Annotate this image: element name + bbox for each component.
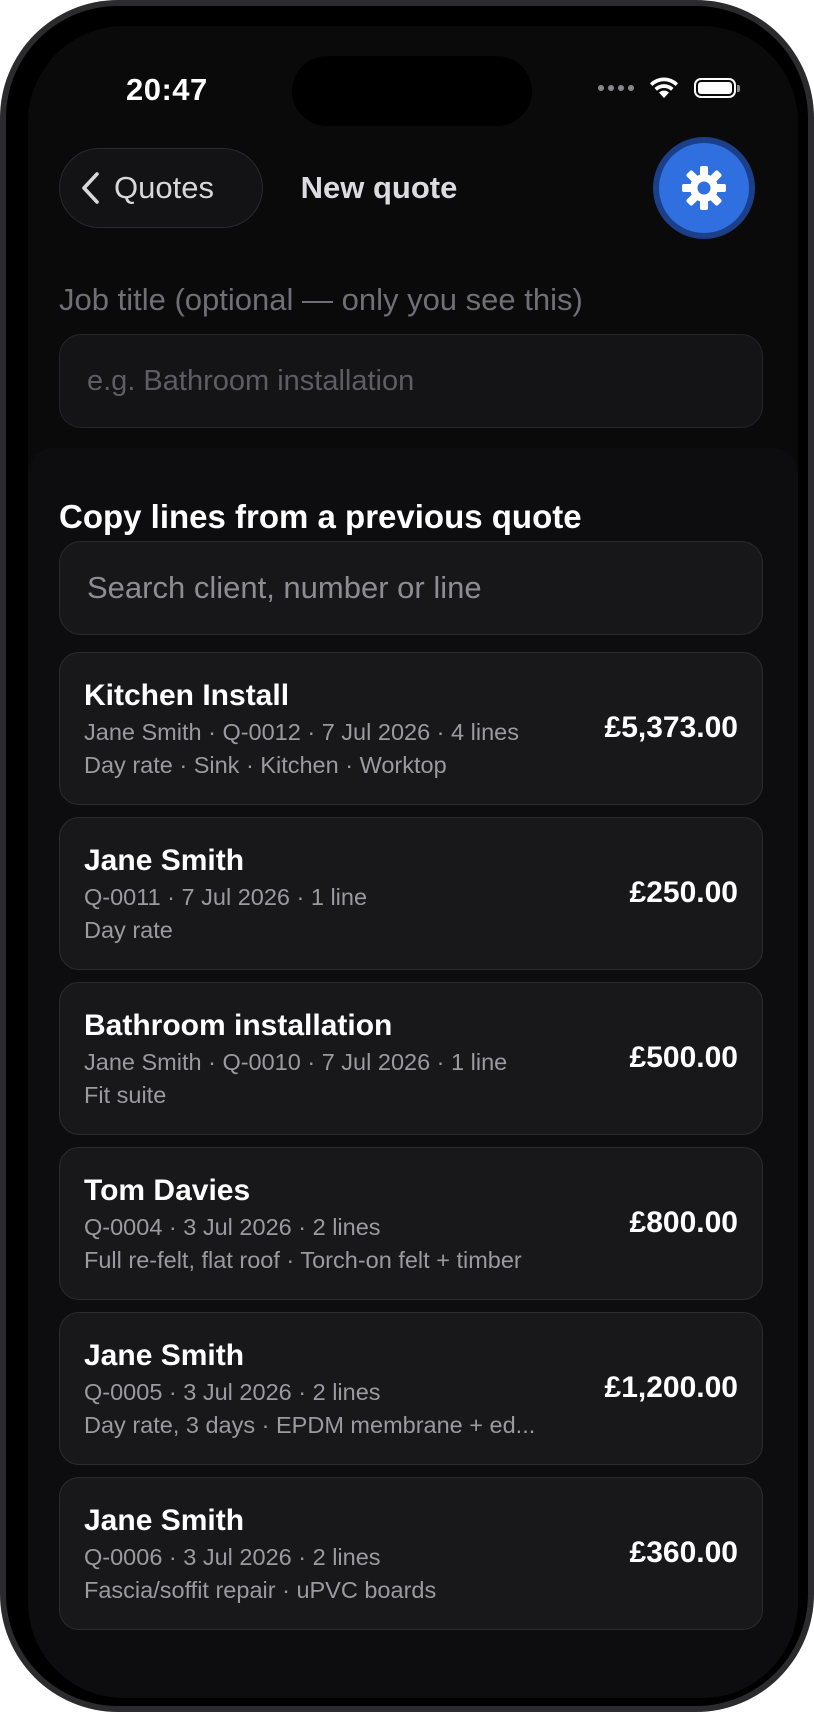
quote-title: Bathroom installation [84, 1009, 393, 1042]
quote-total: £5,373.00 [604, 711, 738, 744]
quote-lines: Fit suite [84, 1082, 167, 1108]
phone-frame: 20:47 Quotes New quote Job title (option… [0, 0, 814, 1712]
page-title-text: New quote [300, 170, 458, 205]
previous-quotes-list: Kitchen Install Jane Smith · Q-0012 · 7 … [59, 652, 763, 1642]
quote-lines: Day rate · Sink · Kitchen · Worktop [84, 752, 447, 778]
copy-section-title: Copy lines from a previous quote [59, 498, 582, 535]
quote-card[interactable]: Jane Smith Q-0011 · 7 Jul 2026 · 1 line … [59, 817, 763, 970]
screen: 20:47 Quotes New quote Job title (option… [28, 26, 798, 1698]
quote-lines: Day rate [84, 917, 173, 943]
job-title-label: Job title (optional — only you see this) [59, 282, 583, 317]
status-time: 20:47 [126, 72, 208, 107]
quote-search-input[interactable] [59, 541, 763, 635]
quote-lines: Full re-felt, flat roof · Torch-on felt … [84, 1247, 522, 1273]
quote-title: Jane Smith [84, 1339, 245, 1372]
dynamic-island [292, 56, 532, 126]
quote-meta: Q-0005 · 3 Jul 2026 · 2 lines [84, 1379, 381, 1405]
quote-card[interactable]: Jane Smith Q-0006 · 3 Jul 2026 · 2 lines… [59, 1477, 763, 1630]
job-title-input[interactable] [59, 334, 763, 428]
quote-total: £1,200.00 [604, 1371, 738, 1404]
quote-total: £360.00 [629, 1536, 738, 1569]
quote-total: £500.00 [629, 1041, 738, 1074]
settings-button[interactable] [659, 143, 749, 233]
battery-icon [694, 78, 740, 98]
wifi-icon [650, 77, 678, 98]
quote-meta: Q-0004 · 3 Jul 2026 · 2 lines [84, 1214, 381, 1240]
gear-icon [682, 166, 726, 210]
quote-card[interactable]: Kitchen Install Jane Smith · Q-0012 · 7 … [59, 652, 763, 805]
phone-bezel: 20:47 Quotes New quote Job title (option… [6, 6, 808, 1706]
quote-meta: Jane Smith · Q-0010 · 7 Jul 2026 · 1 lin… [84, 1049, 508, 1075]
quote-title: Jane Smith [84, 844, 245, 877]
quote-title: Kitchen Install [84, 679, 290, 712]
quote-lines: Day rate, 3 days · EPDM membrane + ed... [84, 1412, 536, 1438]
quote-card[interactable]: Bathroom installation Jane Smith · Q-001… [59, 982, 763, 1135]
quote-meta: Q-0006 · 3 Jul 2026 · 2 lines [84, 1544, 381, 1570]
quote-card[interactable]: Jane Smith Q-0005 · 3 Jul 2026 · 2 lines… [59, 1312, 763, 1465]
quote-total: £800.00 [629, 1206, 738, 1239]
cellular-signal-icon [598, 85, 634, 91]
quote-card[interactable]: Tom Davies Q-0004 · 3 Jul 2026 · 2 lines… [59, 1147, 763, 1300]
quote-meta: Q-0011 · 7 Jul 2026 · 1 line [84, 884, 368, 910]
quote-meta: Jane Smith · Q-0012 · 7 Jul 2026 · 4 lin… [84, 719, 519, 745]
quote-title: Jane Smith [84, 1504, 245, 1537]
quote-lines: Fascia/soffit repair · uPVC boards [84, 1577, 437, 1603]
quote-total: £250.00 [629, 876, 738, 909]
quote-title: Tom Davies [84, 1174, 251, 1207]
status-icons [598, 76, 740, 100]
